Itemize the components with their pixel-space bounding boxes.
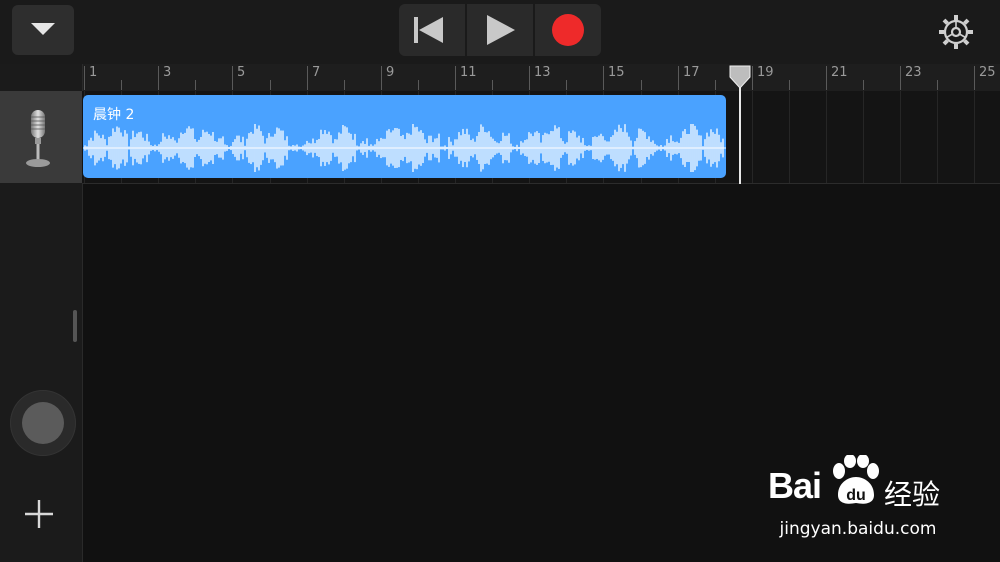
ruler-bar-label: 15 xyxy=(608,65,625,80)
settings-button[interactable] xyxy=(936,12,976,52)
ruler-tick xyxy=(974,66,975,90)
rewind-button[interactable] xyxy=(399,4,465,56)
skip-to-start-icon xyxy=(414,17,443,43)
ruler-tick xyxy=(455,66,456,90)
playhead-line xyxy=(739,80,741,184)
volume-knob[interactable] xyxy=(10,390,76,456)
lane-grid-line xyxy=(937,91,938,183)
region-name: 晨钟 2 xyxy=(93,107,135,123)
transport-controls xyxy=(399,4,601,56)
watermark-brand: 经验 xyxy=(884,478,941,511)
ruler-tick xyxy=(715,80,716,90)
gear-icon xyxy=(939,15,973,49)
ruler-tick xyxy=(529,66,530,90)
ruler-bar-label: 19 xyxy=(757,65,774,80)
ruler-tick xyxy=(752,66,753,90)
play-button[interactable] xyxy=(467,4,533,56)
microphone-icon xyxy=(26,110,50,167)
ruler-bar-label: 1 xyxy=(89,65,98,80)
ruler-tick xyxy=(863,80,864,90)
lane-grid-line xyxy=(900,91,901,183)
watermark-logo-text: Bai xyxy=(768,465,822,506)
ruler-bar-label: 11 xyxy=(460,65,477,80)
menu-button[interactable] xyxy=(12,5,74,55)
ruler-tick xyxy=(270,80,271,90)
ruler-bar-label: 3 xyxy=(163,65,172,80)
ruler-tick xyxy=(418,80,419,90)
ruler-tick xyxy=(195,80,196,90)
ruler-tick xyxy=(381,66,382,90)
ruler-tick xyxy=(307,66,308,90)
ruler-tick xyxy=(121,80,122,90)
ruler-tick xyxy=(937,80,938,90)
ruler-bar-label: 5 xyxy=(237,65,246,80)
svg-text:du: du xyxy=(846,487,866,504)
ruler-tick xyxy=(84,66,85,90)
record-icon xyxy=(552,14,584,46)
ruler-tick xyxy=(678,66,679,90)
waveform xyxy=(83,124,726,172)
ruler-tick xyxy=(158,66,159,90)
plus-icon xyxy=(25,500,53,528)
top-toolbar xyxy=(0,0,1000,64)
ruler-bar-label: 17 xyxy=(683,65,700,80)
knob-cap xyxy=(22,402,64,444)
lane-grid-line xyxy=(863,91,864,183)
ruler-tick xyxy=(789,80,790,90)
ruler-tick xyxy=(641,80,642,90)
ruler-bar-label: 23 xyxy=(905,65,922,80)
ruler-bar-label: 21 xyxy=(831,65,848,80)
ruler-bar-label: 25 xyxy=(979,65,996,80)
chevron-down-icon xyxy=(31,23,55,35)
ruler-tick xyxy=(826,66,827,90)
lane-grid-line xyxy=(974,91,975,183)
ruler-tick xyxy=(492,80,493,90)
ruler-tick xyxy=(603,66,604,90)
ruler-tick xyxy=(344,80,345,90)
lane-grid-line xyxy=(826,91,827,183)
play-icon xyxy=(487,15,515,45)
add-track-button[interactable] xyxy=(22,497,56,531)
ruler-tick xyxy=(900,66,901,90)
paw-logo-icon: du xyxy=(833,455,879,504)
ruler-tick xyxy=(232,66,233,90)
ruler-bar-label: 13 xyxy=(534,65,551,80)
ruler-tick xyxy=(566,80,567,90)
audio-region[interactable]: 晨钟 2 xyxy=(83,95,726,178)
record-button[interactable] xyxy=(535,4,601,56)
lane-grid-line xyxy=(789,91,790,183)
lane-grid-line xyxy=(752,91,753,183)
watermark-url: jingyan.baidu.com xyxy=(779,519,937,539)
timeline-ruler[interactable]: 1 3 5 7 9 11 13 15 17 19 21 23 25 xyxy=(82,64,1000,91)
ruler-bar-label: 7 xyxy=(312,65,321,80)
baidu-watermark: du Bai 经验 jingyan.baidu.com xyxy=(768,455,948,545)
ruler-bar-label: 9 xyxy=(386,65,395,80)
playhead-handle[interactable] xyxy=(729,65,751,89)
track-resize-handle[interactable] xyxy=(73,310,77,342)
